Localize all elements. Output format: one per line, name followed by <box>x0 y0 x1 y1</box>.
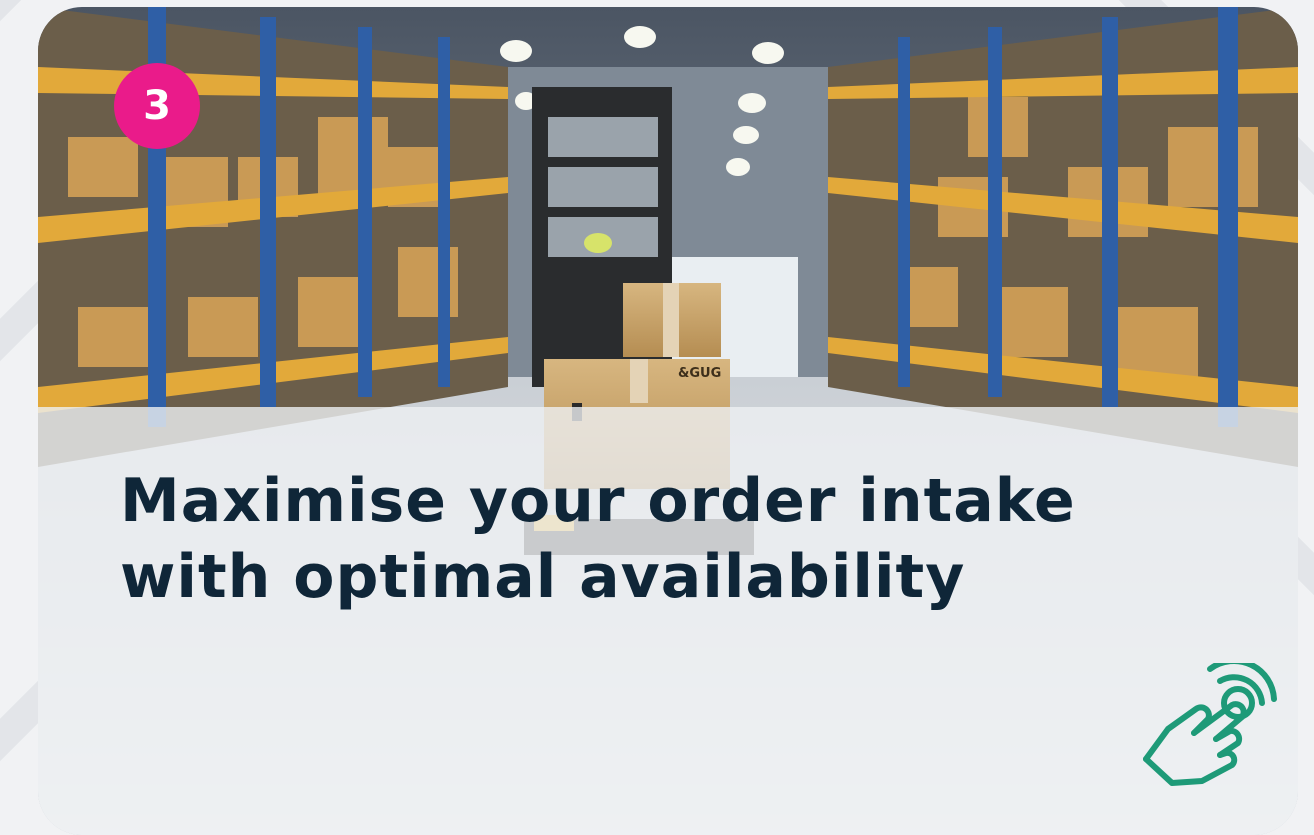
hand-tap-icon[interactable] <box>1138 657 1278 787</box>
svg-text:&GUG: &GUG <box>678 366 721 381</box>
card-headline: Maximise your order intake with optimal … <box>120 466 1076 612</box>
feature-card[interactable]: &GUG 3 Maximise your order intake with o… <box>38 7 1298 835</box>
step-badge: 3 <box>114 63 200 149</box>
